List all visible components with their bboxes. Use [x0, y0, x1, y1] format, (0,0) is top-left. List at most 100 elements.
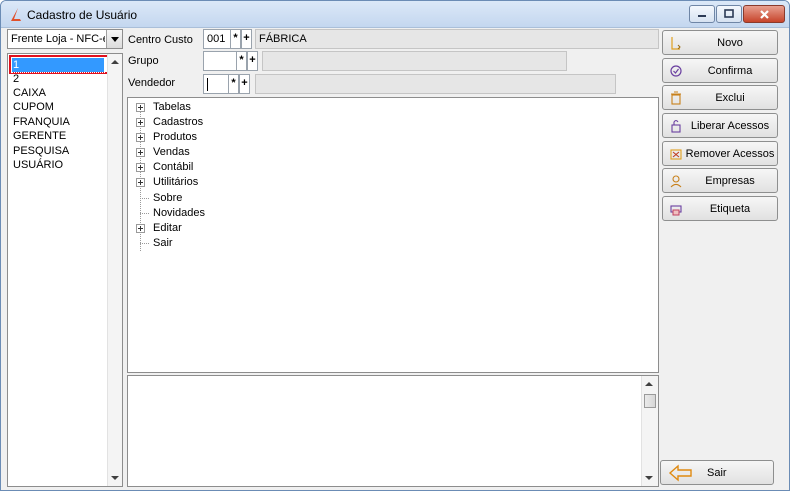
- remover-acessos-button[interactable]: Remover Acessos: [662, 141, 778, 166]
- arrow-left-exit-icon: [668, 464, 692, 482]
- tree-node-sair[interactable]: Sair: [136, 236, 256, 251]
- list-item-gerente[interactable]: GERENTE: [12, 129, 104, 143]
- window-client-area: Frente Loja - NFC-e 1 2 CAIXA CUPOM FRAN…: [5, 28, 785, 488]
- app-logo-icon: [11, 8, 21, 21]
- grupo-add-button[interactable]: +: [247, 51, 258, 71]
- sair-button-label: Sair: [707, 467, 727, 479]
- tree-node-label: Editar: [153, 222, 182, 234]
- list-item-user-2[interactable]: 2: [12, 72, 104, 86]
- etiqueta-button-label: Etiqueta: [709, 203, 751, 215]
- memo-scrollbar[interactable]: [641, 376, 658, 486]
- tree-node-label: Contábil: [153, 161, 194, 173]
- unlock-icon: [671, 119, 681, 133]
- empresas-button[interactable]: Empresas: [662, 168, 778, 193]
- grupo-description: [262, 51, 567, 71]
- close-icon: [759, 9, 769, 19]
- centro-custo-lookup-button[interactable]: *: [230, 29, 241, 49]
- exclui-button-label: Exclui: [715, 92, 745, 104]
- user-registration-window: Cadastro de Usuário Frente Loja - NFC-e …: [0, 0, 790, 491]
- confirma-button-label: Confirma: [707, 65, 753, 77]
- tree-node-novidades[interactable]: Novidades: [136, 206, 256, 221]
- tree-node-produtos[interactable]: Produtos: [136, 130, 256, 145]
- tree-connector: [140, 198, 149, 199]
- empresas-button-label: Empresas: [705, 175, 755, 187]
- scroll-down-arrow-icon[interactable]: [111, 476, 119, 480]
- expand-plus-icon[interactable]: [136, 148, 145, 157]
- vendedor-label: Vendedor: [128, 77, 176, 89]
- novo-button[interactable]: Novo: [662, 30, 778, 55]
- liberar-acessos-button-label: Liberar Acessos: [690, 120, 770, 132]
- scroll-down-arrow-icon[interactable]: [645, 476, 653, 480]
- notes-memo[interactable]: [127, 375, 659, 487]
- list-item-pesquisa[interactable]: PESQUISA: [12, 144, 104, 158]
- remove-access-icon: [670, 149, 682, 160]
- module-select-value: Frente Loja - NFC-e: [11, 33, 105, 45]
- minimize-button[interactable]: [689, 5, 715, 23]
- grupo-label: Grupo: [128, 55, 159, 67]
- expand-plus-icon[interactable]: [136, 118, 145, 127]
- print-label-icon: [670, 205, 682, 216]
- expand-plus-icon[interactable]: [136, 163, 145, 172]
- liberar-acessos-button[interactable]: Liberar Acessos: [662, 113, 778, 138]
- centro-custo-label: Centro Custo: [128, 34, 193, 46]
- minimize-icon: [698, 15, 706, 17]
- grupo-lookup-button[interactable]: *: [236, 51, 247, 71]
- tree-node-contabil[interactable]: Contábil: [136, 160, 256, 175]
- tree-node-label: Novidades: [153, 207, 205, 219]
- expand-plus-icon[interactable]: [136, 133, 145, 142]
- title-bar[interactable]: Cadastro de Usuário: [1, 1, 789, 28]
- centro-custo-description: FÁBRICA: [255, 29, 659, 49]
- scroll-up-arrow-icon[interactable]: [645, 382, 653, 386]
- user-list[interactable]: 1 2 CAIXA CUPOM FRANQUIA GERENTE PESQUIS…: [7, 53, 123, 487]
- tree-node-vendas[interactable]: Vendas: [136, 145, 256, 160]
- vendedor-add-button[interactable]: +: [239, 74, 250, 94]
- window-title: Cadastro de Usuário: [27, 8, 138, 22]
- tree-node-label: Utilitários: [153, 176, 199, 188]
- text-cursor: [207, 78, 208, 91]
- tree-node-tabelas[interactable]: Tabelas: [136, 100, 256, 115]
- centro-custo-code-input[interactable]: 001: [203, 29, 231, 49]
- sair-button[interactable]: Sair: [660, 460, 774, 485]
- tree-connector: [140, 213, 149, 214]
- vendedor-code-input[interactable]: [203, 74, 229, 94]
- maximize-button[interactable]: [716, 5, 742, 23]
- access-tree[interactable]: Tabelas Cadastros Produtos Vendas Contáb…: [127, 97, 659, 373]
- dropdown-arrow-button[interactable]: [106, 30, 122, 48]
- tree-node-sobre[interactable]: Sobre: [136, 191, 256, 206]
- user-list-scrollbar[interactable]: [107, 54, 122, 486]
- etiqueta-button[interactable]: Etiqueta: [662, 196, 778, 221]
- chevron-down-icon: [110, 36, 119, 42]
- tree-node-label: Sobre: [153, 192, 183, 204]
- maximize-icon: [724, 9, 734, 18]
- scroll-up-arrow-icon[interactable]: [111, 60, 119, 64]
- new-document-icon: [671, 37, 681, 50]
- confirma-button[interactable]: Confirma: [662, 58, 778, 83]
- centro-custo-add-button[interactable]: +: [241, 29, 252, 49]
- exclui-button[interactable]: Exclui: [662, 85, 778, 110]
- expand-plus-icon[interactable]: [136, 103, 145, 112]
- vendedor-lookup-button[interactable]: *: [228, 74, 239, 94]
- confirm-check-icon: [670, 65, 682, 77]
- list-item-user-1[interactable]: 1: [11, 57, 105, 73]
- scroll-thumb[interactable]: [644, 394, 656, 408]
- grupo-code-input[interactable]: [203, 51, 237, 71]
- remover-acessos-button-label: Remover Acessos: [685, 148, 775, 160]
- close-button[interactable]: [743, 5, 785, 23]
- expand-plus-icon[interactable]: [136, 224, 145, 233]
- list-item-usuario[interactable]: USUÁRIO: [12, 158, 104, 172]
- list-item-caixa[interactable]: CAIXA: [12, 86, 104, 100]
- tree-node-label: Sair: [153, 237, 173, 249]
- tree-node-label: Vendas: [153, 146, 190, 158]
- company-user-icon: [670, 175, 682, 188]
- window-controls: [689, 5, 785, 23]
- tree-node-cadastros[interactable]: Cadastros: [136, 115, 256, 130]
- tree-node-editar[interactable]: Editar: [136, 221, 256, 236]
- trash-icon: [671, 91, 681, 105]
- vendedor-description: [255, 74, 616, 94]
- novo-button-label: Novo: [717, 37, 743, 49]
- list-item-cupom[interactable]: CUPOM: [12, 100, 104, 114]
- module-select[interactable]: Frente Loja - NFC-e: [7, 29, 123, 49]
- list-item-franquia[interactable]: FRANQUIA: [12, 115, 104, 129]
- tree-node-utilitarios[interactable]: Utilitários: [136, 175, 256, 190]
- expand-plus-icon[interactable]: [136, 178, 145, 187]
